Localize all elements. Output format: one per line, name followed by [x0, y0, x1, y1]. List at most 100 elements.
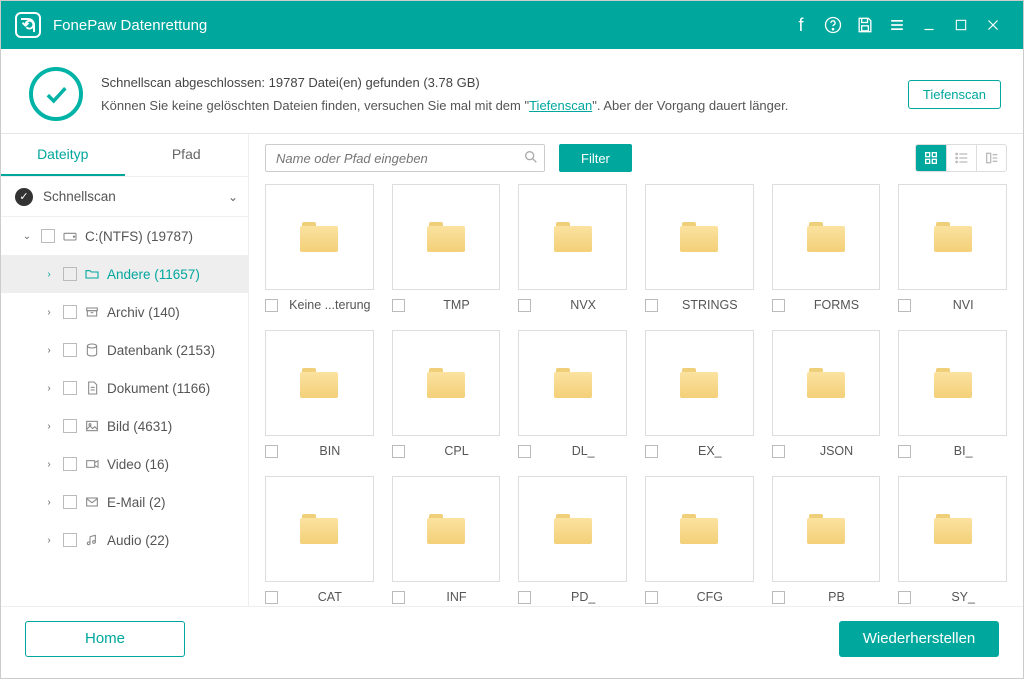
- folder-thumb: [265, 476, 374, 582]
- folder-thumb: [898, 476, 1007, 582]
- checkbox[interactable]: [898, 299, 911, 312]
- folder-thumb: [645, 184, 754, 290]
- folder-item[interactable]: CAT: [265, 476, 374, 604]
- checkbox[interactable]: [645, 591, 658, 604]
- checkbox[interactable]: [645, 445, 658, 458]
- folder-item[interactable]: INF: [392, 476, 501, 604]
- checkbox[interactable]: [645, 299, 658, 312]
- checkbox[interactable]: [63, 533, 77, 547]
- view-list-icon[interactable]: [946, 145, 976, 171]
- checkbox[interactable]: [392, 591, 405, 604]
- folder-item[interactable]: BI_: [898, 330, 1007, 458]
- folder-item[interactable]: JSON: [772, 330, 881, 458]
- tab-filetype[interactable]: Dateityp: [1, 134, 125, 176]
- folder-label: SY_: [919, 590, 1007, 604]
- folder-icon: [680, 514, 718, 544]
- view-grid-icon[interactable]: [916, 145, 946, 171]
- image-icon: [83, 418, 101, 434]
- folder-item[interactable]: CFG: [645, 476, 754, 604]
- tree-item-datenbank[interactable]: › Datenbank (2153): [1, 331, 248, 369]
- checkbox[interactable]: [772, 591, 785, 604]
- checkbox[interactable]: [518, 591, 531, 604]
- save-icon[interactable]: [849, 9, 881, 41]
- tree-root[interactable]: ✓ Schnellscan ⌄: [1, 177, 248, 217]
- checkbox[interactable]: [772, 445, 785, 458]
- folder-icon: [427, 368, 465, 398]
- checkbox[interactable]: [265, 591, 278, 604]
- checkbox[interactable]: [392, 445, 405, 458]
- chevron-right-icon: ›: [41, 497, 57, 508]
- checkbox[interactable]: [518, 445, 531, 458]
- archive-icon: [83, 304, 101, 320]
- tree-item-archiv[interactable]: › Archiv (140): [1, 293, 248, 331]
- checkbox[interactable]: [63, 419, 77, 433]
- folder-item[interactable]: Keine ...terung: [265, 184, 374, 312]
- tree-item-audio[interactable]: › Audio (22): [1, 521, 248, 559]
- deep-scan-link[interactable]: Tiefenscan: [529, 98, 592, 113]
- home-button[interactable]: Home: [25, 621, 185, 657]
- checkbox[interactable]: [63, 381, 77, 395]
- checkbox[interactable]: [772, 299, 785, 312]
- checkbox[interactable]: [63, 267, 77, 281]
- sidebar: Dateityp Pfad ✓ Schnellscan ⌄ ⌄ C:(NTFS)…: [1, 134, 249, 606]
- view-mode-group: [915, 144, 1007, 172]
- folder-item[interactable]: NVI: [898, 184, 1007, 312]
- folder-label: Keine ...terung: [286, 298, 374, 312]
- folder-thumb: [392, 476, 501, 582]
- checkbox[interactable]: [63, 457, 77, 471]
- tree-item-email[interactable]: › E-Mail (2): [1, 483, 248, 521]
- search-input[interactable]: [265, 144, 545, 172]
- close-icon[interactable]: [977, 9, 1009, 41]
- folder-thumb: [772, 476, 881, 582]
- facebook-icon[interactable]: f: [785, 9, 817, 41]
- folder-item[interactable]: FORMS: [772, 184, 881, 312]
- checkbox[interactable]: [63, 495, 77, 509]
- footer: Home Wiederherstellen: [1, 606, 1023, 670]
- deep-scan-button[interactable]: Tiefenscan: [908, 80, 1001, 109]
- checkbox[interactable]: [898, 445, 911, 458]
- folder-icon: [554, 368, 592, 398]
- status-line1: Schnellscan abgeschlossen: 19787 Datei(e…: [101, 71, 890, 94]
- folder-item[interactable]: STRINGS: [645, 184, 754, 312]
- view-detail-icon[interactable]: [976, 145, 1006, 171]
- tree-item-andere[interactable]: › Andere (11657): [1, 255, 248, 293]
- menu-icon[interactable]: [881, 9, 913, 41]
- folder-icon: [807, 368, 845, 398]
- chevron-down-icon: ⌄: [19, 231, 35, 242]
- tab-path[interactable]: Pfad: [125, 134, 249, 176]
- folder-label: CPL: [413, 444, 501, 458]
- checkbox[interactable]: [898, 591, 911, 604]
- minimize-icon[interactable]: [913, 9, 945, 41]
- help-icon[interactable]: [817, 9, 849, 41]
- folder-item[interactable]: BIN: [265, 330, 374, 458]
- checkbox[interactable]: [63, 343, 77, 357]
- tree-item-bild[interactable]: › Bild (4631): [1, 407, 248, 445]
- maximize-icon[interactable]: [945, 9, 977, 41]
- checkbox[interactable]: [392, 299, 405, 312]
- chevron-right-icon: ›: [41, 307, 57, 318]
- folder-item[interactable]: NVX: [518, 184, 627, 312]
- tree-item-video[interactable]: › Video (16): [1, 445, 248, 483]
- tree-drive[interactable]: ⌄ C:(NTFS) (19787): [1, 217, 248, 255]
- filter-button[interactable]: Filter: [559, 144, 632, 172]
- checkbox[interactable]: [265, 445, 278, 458]
- folder-label: DL_: [539, 444, 627, 458]
- folder-item[interactable]: PD_: [518, 476, 627, 604]
- recover-button[interactable]: Wiederherstellen: [839, 621, 999, 657]
- checkbox[interactable]: [41, 229, 55, 243]
- chevron-down-icon: ⌄: [224, 190, 238, 204]
- checkbox[interactable]: [265, 299, 278, 312]
- checkbox[interactable]: [63, 305, 77, 319]
- folder-label: PB: [793, 590, 881, 604]
- folder-item[interactable]: CPL: [392, 330, 501, 458]
- folder-thumb: [265, 184, 374, 290]
- folder-item[interactable]: DL_: [518, 330, 627, 458]
- folder-item[interactable]: SY_: [898, 476, 1007, 604]
- folder-item[interactable]: EX_: [645, 330, 754, 458]
- folder-label: NVX: [539, 298, 627, 312]
- tree-item-dokument[interactable]: › Dokument (1166): [1, 369, 248, 407]
- document-icon: [83, 380, 101, 396]
- folder-item[interactable]: PB: [772, 476, 881, 604]
- checkbox[interactable]: [518, 299, 531, 312]
- folder-item[interactable]: TMP: [392, 184, 501, 312]
